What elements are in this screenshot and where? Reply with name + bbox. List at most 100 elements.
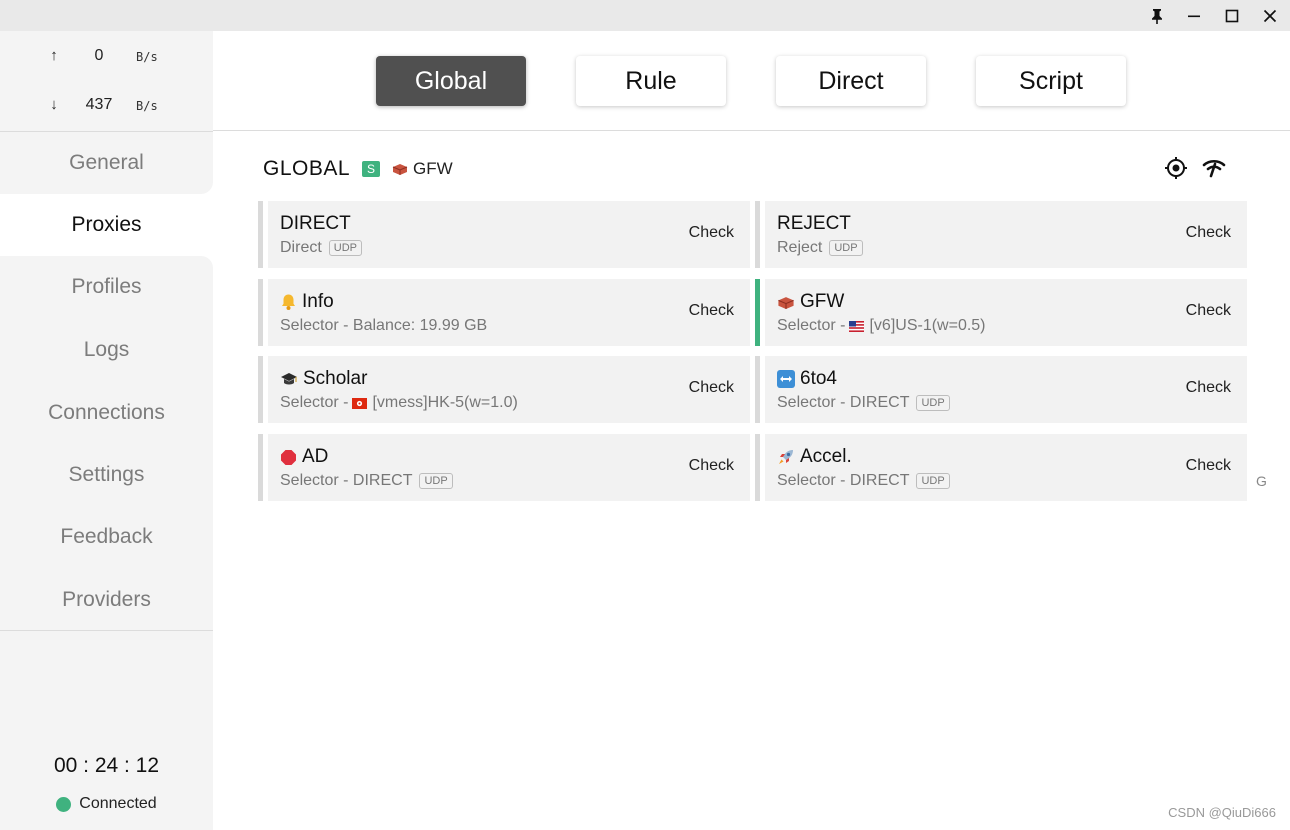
udp-badge: UDP — [916, 473, 950, 489]
check-button[interactable]: Check — [1186, 457, 1231, 475]
proxy-card-reject[interactable]: REJECT Reject UDP Check — [755, 201, 1247, 268]
proxy-card-direct[interactable]: DIRECT Direct UDP Check — [258, 201, 750, 268]
check-button[interactable]: Check — [689, 379, 734, 397]
check-button[interactable]: Check — [1186, 224, 1231, 242]
proxy-indicator — [258, 279, 263, 346]
proxy-subtitle: Selector - DIRECT UDP — [777, 472, 950, 490]
proxy-name-row: Accel. — [777, 446, 852, 468]
proxy-subtitle: Selector - [v6]US-1(w=0.5) — [777, 317, 986, 335]
mode-script-button[interactable]: Script — [976, 56, 1126, 106]
proxy-name: DIRECT — [280, 213, 351, 234]
proxy-subtitle: Selector - Balance: 19.99 GB — [280, 317, 487, 335]
proxy-type: Selector - DIRECT — [777, 394, 910, 411]
proxy-subtitle: Direct UDP — [280, 239, 363, 257]
hk-flag-icon — [352, 397, 368, 409]
us-flag-icon — [849, 320, 865, 332]
download-value: 437 — [85, 96, 113, 113]
proxy-name-row: AD — [280, 446, 328, 468]
udp-badge: UDP — [419, 473, 453, 489]
mode-rule-button[interactable]: Rule — [576, 56, 726, 106]
proxy-selected-indicator — [755, 279, 760, 346]
proxy-subtitle: Reject UDP — [777, 239, 863, 257]
proxy-type: Reject — [777, 239, 823, 256]
side-letter: G — [1256, 473, 1267, 489]
group-selected: GFW — [392, 159, 453, 179]
mode-global-button[interactable]: Global — [376, 56, 526, 106]
proxy-indicator — [755, 356, 760, 423]
check-button[interactable]: Check — [689, 302, 734, 320]
proxy-card-gfw[interactable]: GFW Selector - [v6]US-1(w=0.5) Check — [755, 279, 1247, 346]
proxy-type: Selector - DIRECT — [280, 472, 413, 489]
proxy-type: Selector - Balance: 19.99 GB — [280, 317, 488, 334]
proxy-card-scholar[interactable]: Scholar Selector - [vmess]HK-5(w=1.0) Ch… — [258, 356, 750, 423]
wifi-speed-icon[interactable] — [1201, 155, 1227, 181]
sidebar-item-profiles[interactable]: Profiles — [0, 256, 213, 318]
proxy-indicator — [755, 434, 760, 501]
proxy-name-row: 6to4 — [777, 368, 837, 390]
pin-icon[interactable] — [1139, 0, 1175, 31]
upload-arrow-icon: ↑ — [50, 47, 58, 64]
proxy-name-row: GFW — [777, 291, 844, 313]
proxy-name: REJECT — [777, 213, 851, 234]
proxy-indicator — [258, 434, 263, 501]
locate-icon[interactable] — [1163, 155, 1189, 181]
download-unit: B/s — [136, 99, 158, 113]
proxy-type: Selector - — [280, 394, 349, 411]
close-icon[interactable] — [1252, 0, 1288, 31]
upload-unit: B/s — [136, 50, 158, 64]
proxy-name: Scholar — [303, 368, 368, 389]
title-bar — [0, 0, 1290, 31]
watermark: CSDN @QiuDi666 — [1168, 805, 1276, 820]
proxy-node: [v6]US-1(w=0.5) — [869, 317, 986, 334]
brick-icon — [777, 296, 795, 309]
proxy-name: Accel. — [800, 446, 852, 467]
proxy-node: [vmess]HK-5(w=1.0) — [372, 394, 518, 411]
proxy-indicator — [755, 201, 760, 268]
proxy-card-6to4[interactable]: 6to4 Selector - DIRECT UDP Check — [755, 356, 1247, 423]
brick-icon — [392, 163, 408, 175]
proxy-type: Direct — [280, 239, 322, 256]
sidebar-item-providers[interactable]: Providers — [0, 569, 213, 631]
proxy-type: Selector - — [777, 317, 846, 334]
proxy-name: GFW — [800, 291, 845, 312]
proxy-subtitle: Selector - DIRECT UDP — [280, 472, 453, 490]
minimize-icon[interactable] — [1176, 0, 1212, 31]
sidebar-item-general[interactable]: General — [0, 132, 213, 194]
udp-badge: UDP — [916, 395, 950, 411]
sidebar-item-logs[interactable]: Logs — [0, 319, 213, 381]
proxy-card-accel[interactable]: Accel. Selector - DIRECT UDP Check — [755, 434, 1247, 501]
check-button[interactable]: Check — [689, 224, 734, 242]
check-button[interactable]: Check — [689, 457, 734, 475]
sidebar-item-connections[interactable]: Connections — [0, 382, 213, 444]
sidebar-item-settings[interactable]: Settings — [0, 444, 213, 506]
maximize-icon[interactable] — [1214, 0, 1250, 31]
uptime-clock: 00 : 24 : 12 — [53, 754, 160, 777]
proxy-subtitle: Selector - DIRECT UDP — [777, 394, 950, 412]
mode-header: Global Rule Direct Script — [213, 31, 1290, 131]
proxy-subtitle: Selector - [vmess]HK-5(w=1.0) — [280, 394, 518, 412]
proxy-name-row: Scholar — [280, 368, 367, 390]
udp-badge: UDP — [328, 240, 363, 256]
proxy-name: Info — [302, 291, 334, 312]
group-selected-label: GFW — [413, 159, 453, 178]
mode-direct-button[interactable]: Direct — [776, 56, 926, 106]
proxy-indicator — [258, 356, 263, 423]
sidebar-item-proxies[interactable]: Proxies — [0, 194, 213, 256]
download-speed: ↓ 437 B/s — [0, 93, 213, 117]
sidebar-item-feedback[interactable]: Feedback — [0, 506, 213, 568]
rocket-icon — [777, 448, 795, 466]
graduation-cap-icon — [280, 371, 298, 387]
group-header: GLOBAL S GFW — [263, 155, 453, 183]
proxy-card-info[interactable]: Info Selector - Balance: 19.99 GB Check — [258, 279, 750, 346]
traffic-panel: ↑ 0 B/s ↓ 437 B/s — [0, 31, 213, 131]
proxy-card-ad[interactable]: AD Selector - DIRECT UDP Check — [258, 434, 750, 501]
stop-sign-icon — [280, 449, 297, 466]
proxy-indicator — [258, 201, 263, 268]
upload-value: 0 — [94, 47, 104, 64]
check-button[interactable]: Check — [1186, 302, 1231, 320]
sidebar-nav: General Proxies Profiles Logs Connection… — [0, 131, 213, 631]
proxy-name: AD — [302, 446, 329, 467]
left-right-arrow-icon — [777, 370, 795, 388]
download-arrow-icon: ↓ — [50, 96, 58, 113]
check-button[interactable]: Check — [1186, 379, 1231, 397]
